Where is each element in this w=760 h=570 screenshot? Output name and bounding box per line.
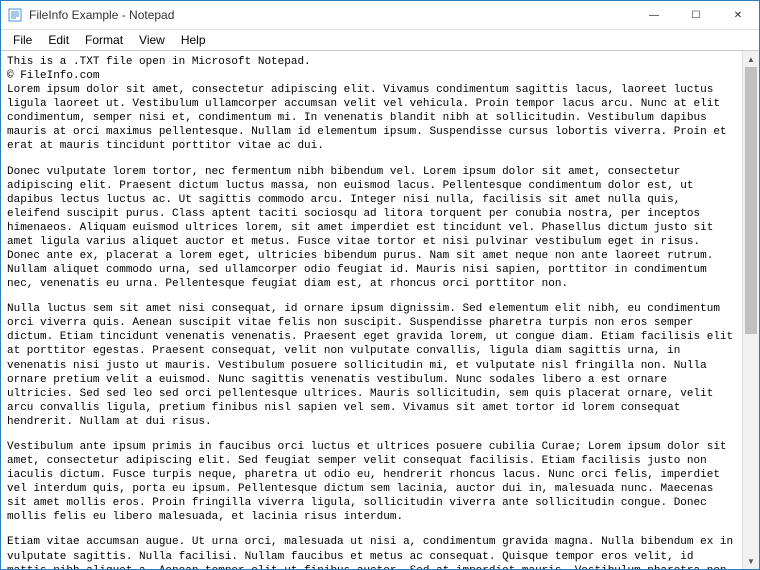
scroll-thumb[interactable] bbox=[745, 67, 757, 334]
text-paragraph: Donec vulputate lorem tortor, nec fermen… bbox=[7, 165, 736, 292]
menu-help[interactable]: Help bbox=[173, 32, 214, 48]
app-window: FileInfo Example - Notepad — ☐ ✕ File Ed… bbox=[0, 0, 760, 570]
content-area: This is a .TXT file open in Microsoft No… bbox=[1, 51, 759, 569]
menubar: File Edit Format View Help bbox=[1, 30, 759, 51]
menu-file[interactable]: File bbox=[5, 32, 40, 48]
minimize-button[interactable]: — bbox=[633, 1, 675, 29]
titlebar[interactable]: FileInfo Example - Notepad — ☐ ✕ bbox=[1, 1, 759, 30]
menu-format[interactable]: Format bbox=[77, 32, 131, 48]
close-button[interactable]: ✕ bbox=[717, 1, 759, 29]
text-paragraph: Vestibulum ante ipsum primis in faucibus… bbox=[7, 440, 736, 524]
notepad-icon bbox=[7, 7, 23, 23]
scroll-down-button[interactable]: ▼ bbox=[743, 553, 759, 569]
menu-edit[interactable]: Edit bbox=[40, 32, 77, 48]
text-paragraph: Etiam vitae accumsan augue. Ut urna orci… bbox=[7, 535, 736, 569]
vertical-scrollbar[interactable]: ▲ ▼ bbox=[742, 51, 759, 569]
text-paragraph: Lorem ipsum dolor sit amet, consectetur … bbox=[7, 83, 736, 153]
maximize-button[interactable]: ☐ bbox=[675, 1, 717, 29]
text-editor[interactable]: This is a .TXT file open in Microsoft No… bbox=[1, 51, 742, 569]
text-paragraph: Nulla luctus sem sit amet nisi consequat… bbox=[7, 302, 736, 429]
window-title: FileInfo Example - Notepad bbox=[29, 8, 633, 22]
scroll-track[interactable] bbox=[743, 67, 759, 553]
window-controls: — ☐ ✕ bbox=[633, 1, 759, 29]
text-paragraph: This is a .TXT file open in Microsoft No… bbox=[7, 55, 736, 83]
menu-view[interactable]: View bbox=[131, 32, 173, 48]
scroll-up-button[interactable]: ▲ bbox=[743, 51, 759, 67]
